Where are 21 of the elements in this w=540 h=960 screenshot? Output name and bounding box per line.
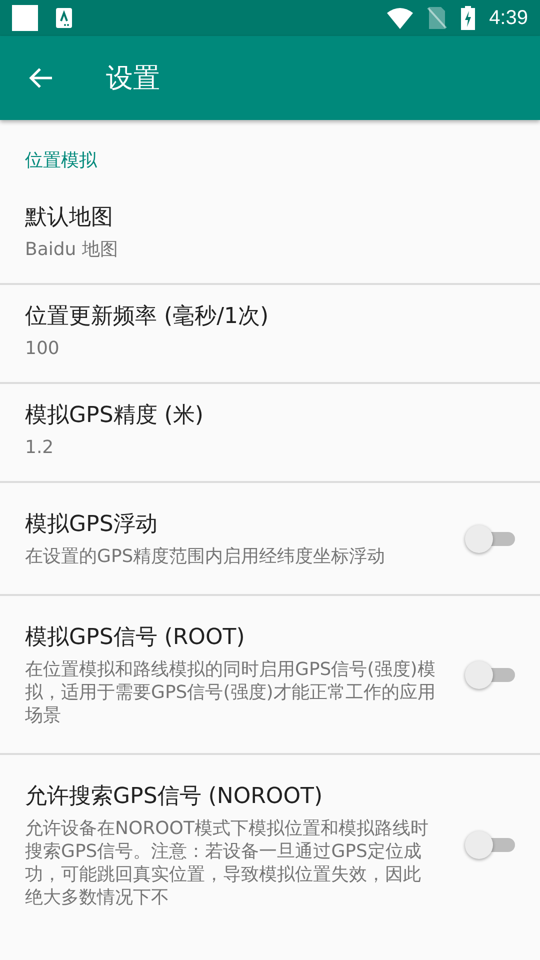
setting-summary: 1.2 — [25, 436, 55, 459]
back-button[interactable] — [28, 66, 54, 90]
clock-time: 4:39 — [489, 6, 528, 30]
setting-title[interactable]: 位置更新频率 (毫秒/1次) — [25, 301, 515, 333]
keyboard-icon — [56, 8, 72, 28]
battery-charging-icon — [461, 6, 476, 30]
screen-title: 设置 — [106, 62, 160, 96]
setting-title[interactable]: 模拟GPS信号 (ROOT) — [25, 622, 437, 654]
notification-square-icon — [12, 5, 38, 31]
wifi-icon — [387, 7, 414, 29]
setting-summary: 在位置模拟和路线模拟的同时启用GPS信号(强度)模拟，适用于需要GPS信号(强度)才能正常工作的应用场景 — [25, 658, 436, 727]
no-sim-icon — [427, 7, 448, 29]
setting-title[interactable]: 默认地图 — [25, 202, 515, 234]
setting-summary: 在设置的GPS精度范围内启用经纬度坐标浮动 — [25, 545, 386, 568]
setting-summary: 100 — [25, 337, 60, 360]
setting-summary: Baidu 地图 — [25, 238, 119, 261]
setting-title[interactable]: 允许搜索GPS信号 (NOROOT) — [25, 781, 437, 813]
setting-title[interactable]: 模拟GPS浮动 — [25, 509, 437, 541]
category-title: 位置模拟 — [24, 149, 98, 173]
setting-summary: 允许设备在NOROOT模式下模拟位置和模拟路线时搜索GPS信号。注意：若设备一旦通过GPS定位成功，可能跳回真实位置，导致模拟位置失效，因此绝大多数情况下不 — [25, 817, 430, 909]
setting-title[interactable]: 模拟GPS精度 (米) — [25, 400, 515, 432]
